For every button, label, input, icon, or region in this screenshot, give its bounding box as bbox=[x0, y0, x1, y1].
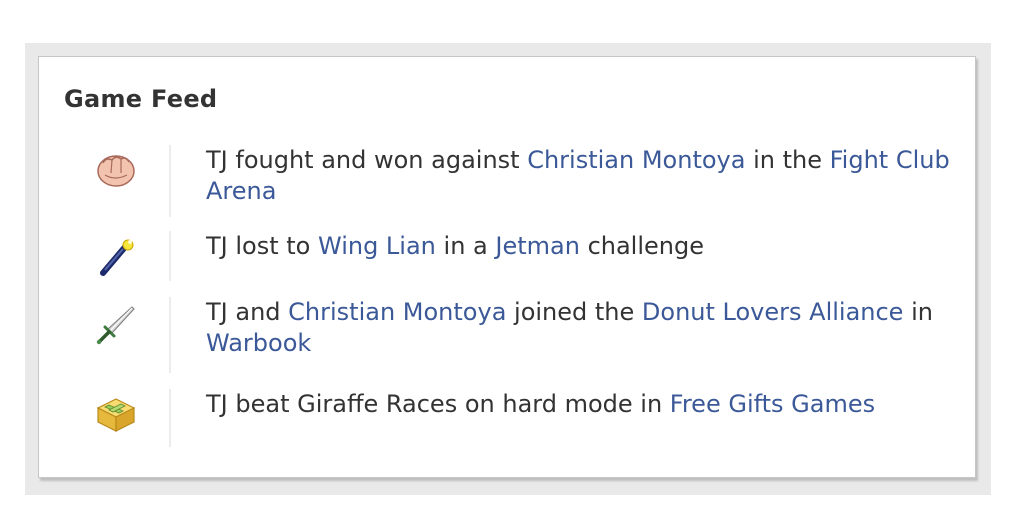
feed-text: joined the bbox=[506, 298, 642, 326]
feed-item-text: TJ and Christian Montoya joined the Donu… bbox=[171, 297, 975, 359]
game-feed-list: TJ fought and won against Christian Mont… bbox=[39, 141, 975, 447]
player-link[interactable]: Wing Lian bbox=[318, 232, 436, 260]
game-feed-title: Game Feed bbox=[64, 85, 218, 113]
feed-item: TJ lost to Wing Lian in a Jetman challen… bbox=[39, 221, 975, 281]
feed-item-text: TJ lost to Wing Lian in a Jetman challen… bbox=[171, 231, 975, 262]
sword-icon bbox=[94, 303, 138, 373]
feed-text: TJ fought and won against bbox=[206, 146, 528, 174]
feed-item: TJ fought and won against Christian Mont… bbox=[39, 141, 975, 217]
game-feed-panel: Game Feed TJ fought and won against Chri… bbox=[38, 56, 976, 478]
feed-text: in a bbox=[435, 232, 496, 260]
feed-text: TJ and bbox=[206, 298, 289, 326]
player-link[interactable]: Christian Montoya bbox=[527, 146, 745, 174]
feed-item-icon-cell bbox=[39, 231, 171, 281]
jetpack-wand-icon bbox=[95, 237, 137, 281]
feed-text: TJ beat Giraffe Races on hard mode in bbox=[206, 390, 670, 418]
group-link[interactable]: Donut Lovers Alliance bbox=[642, 298, 904, 326]
game-link[interactable]: Free Gifts Games bbox=[670, 390, 875, 418]
feed-item: TJ beat Giraffe Races on hard mode in Fr… bbox=[39, 379, 975, 447]
feed-item-text: TJ fought and won against Christian Mont… bbox=[171, 145, 975, 207]
feed-item: TJ and Christian Montoya joined the Donu… bbox=[39, 287, 975, 373]
fist-icon bbox=[95, 151, 137, 217]
game-link[interactable]: Jetman bbox=[495, 232, 580, 260]
gift-box-icon bbox=[95, 395, 137, 447]
feed-text: challenge bbox=[579, 232, 704, 260]
feed-item-icon-cell bbox=[39, 389, 171, 447]
feed-item-icon-cell bbox=[39, 145, 171, 217]
feed-text: in the bbox=[745, 146, 830, 174]
game-link[interactable]: Warbook bbox=[206, 329, 311, 357]
feed-item-text: TJ beat Giraffe Races on hard mode in Fr… bbox=[171, 389, 975, 420]
feed-text: in bbox=[903, 298, 933, 326]
feed-text: TJ lost to bbox=[206, 232, 318, 260]
player-link[interactable]: Christian Montoya bbox=[288, 298, 506, 326]
feed-item-icon-cell bbox=[39, 297, 171, 373]
